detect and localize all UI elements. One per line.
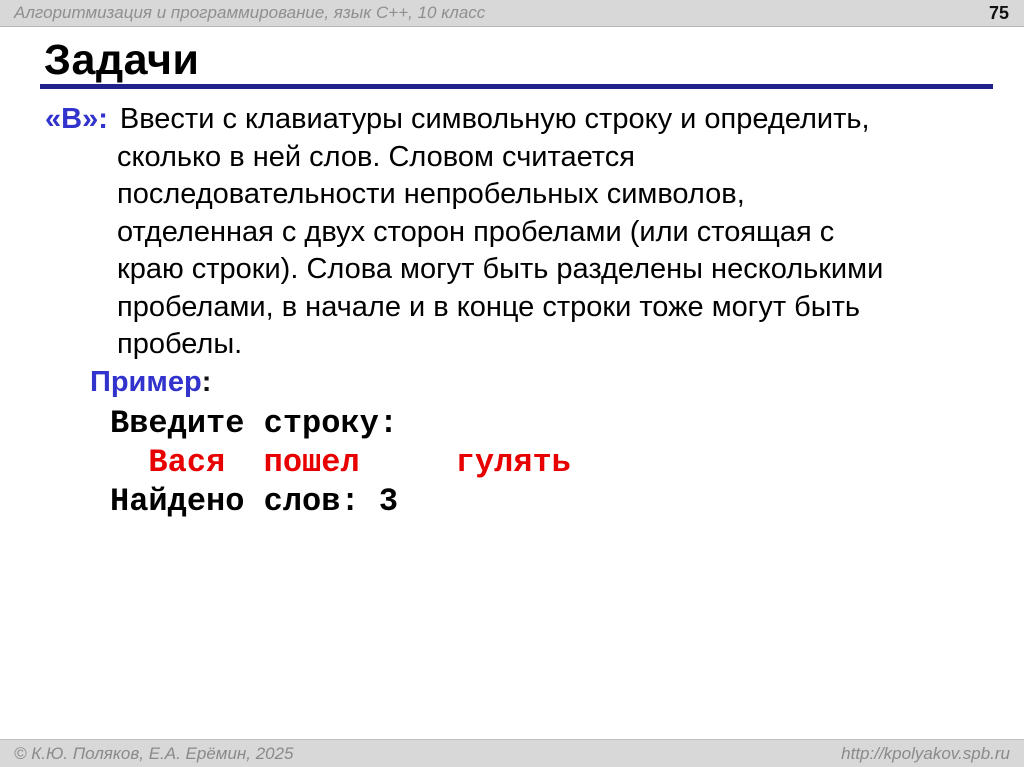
slide: Алгоритмизация и программирование, язык …: [0, 0, 1024, 767]
task-text: Ввести с клавиатуры символьную строку и …: [119, 103, 870, 135]
task-line: пробелами, в начале и в конце строки тож…: [117, 290, 861, 323]
task-line: сколько в ней слов. Словом считается: [117, 140, 635, 173]
slide-body: «B»: Ввести с клавиатуры символьную строк…: [45, 101, 883, 521]
task-line: краю строки). Слова могут быть разделены…: [117, 253, 884, 285]
title-underline: [40, 84, 993, 89]
example-label-colon: :: [201, 365, 212, 398]
footer-url: http://kpolyakov.spb.ru: [841, 743, 1010, 763]
task-line: отделенная с двух сторон пробелами (или …: [117, 215, 835, 248]
task-line: пробелы.: [117, 328, 243, 360]
page-title: Задачи: [44, 36, 200, 84]
footer-copyright: © К.Ю. Поляков, Е.А. Ерёмин, 2025: [14, 743, 294, 763]
example-label-text: Пример: [90, 365, 202, 398]
example-label: Пример:: [90, 364, 883, 402]
task-line: «B»: Ввести с клавиатуры символьную строк…: [45, 101, 883, 139]
header-bar: Алгоритмизация и программирование, язык …: [0, 0, 1024, 27]
course-title: Алгоритмизация и программирование, язык …: [14, 3, 486, 22]
console-input-line: Вася пошел гулять: [110, 444, 571, 481]
console-result-line: Найдено слов: 3: [110, 483, 399, 520]
footer-bar: © К.Ю. Поляков, Е.А. Ерёмин, 2025 http:/…: [0, 739, 1024, 767]
task-line: последовательности непробельных символов…: [117, 178, 745, 210]
console-prompt-line: Введите строку:: [110, 405, 399, 442]
page-number: 75: [988, 2, 1009, 23]
task-paragraph: «B»: Ввести с клавиатуры символьную строк…: [45, 101, 883, 364]
example-console: Введите строку: Вася пошел гулять Найден…: [110, 404, 883, 521]
task-level-badge: «B»:: [45, 103, 108, 135]
